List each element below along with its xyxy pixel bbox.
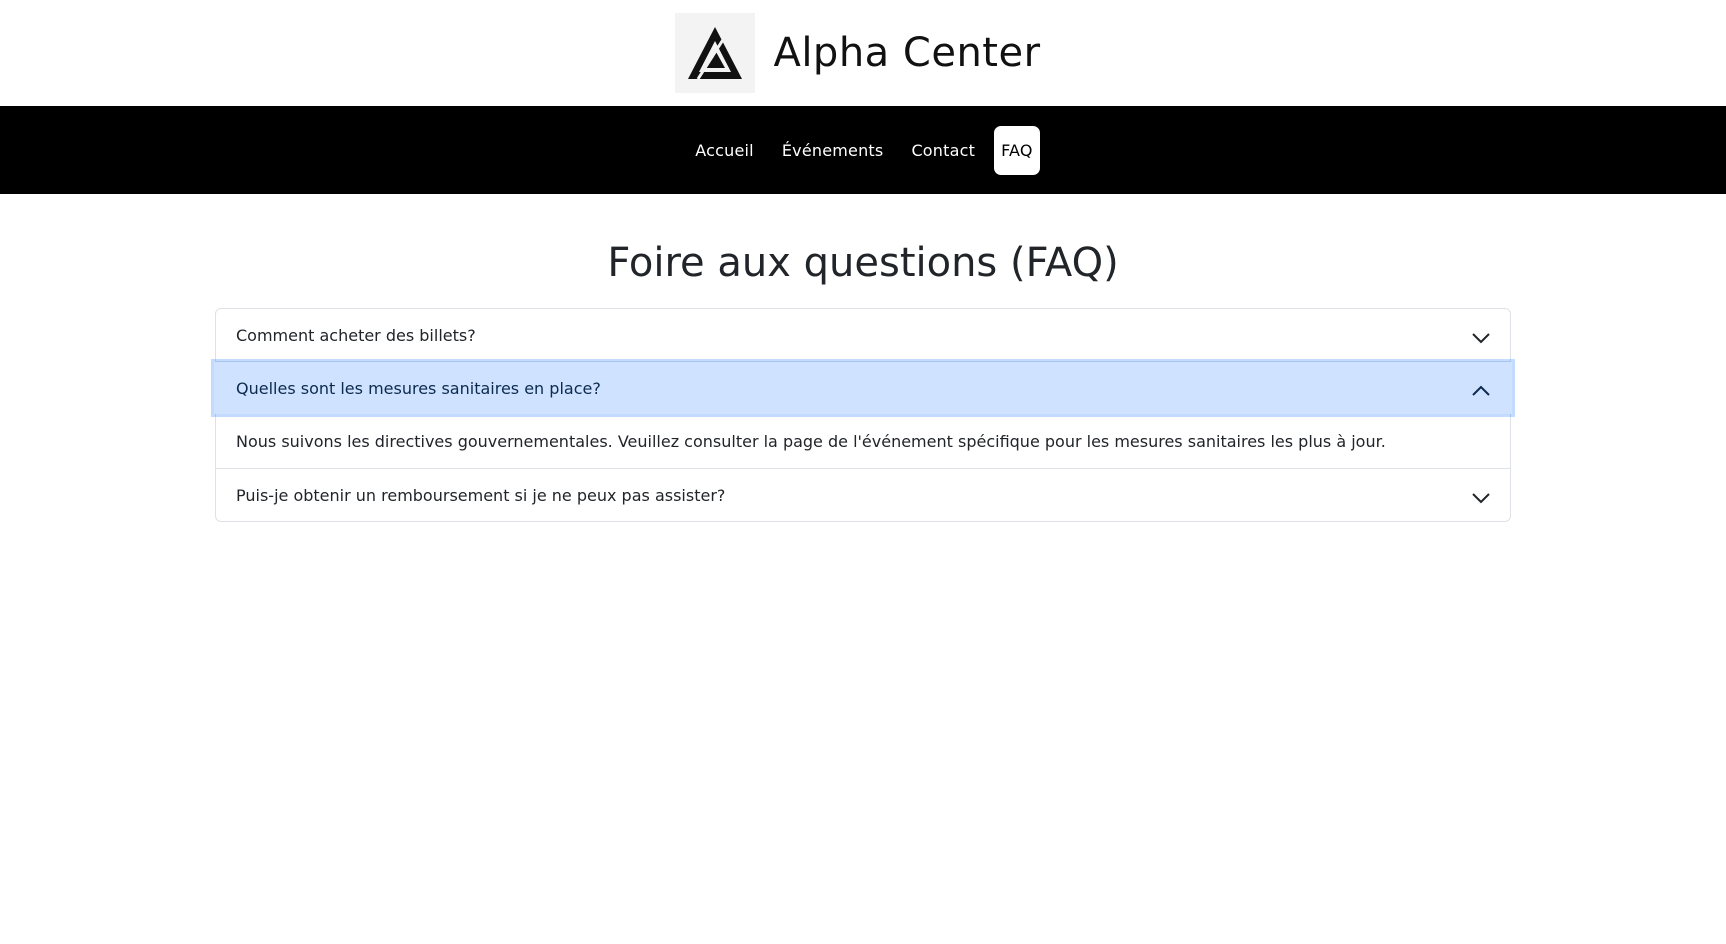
faq-question-text: Puis-je obtenir un remboursement si je n… xyxy=(236,485,726,505)
site-header: Alpha Center xyxy=(0,0,1726,106)
nav-link-faq[interactable]: FAQ xyxy=(994,125,1040,175)
faq-question-button[interactable]: Quelles sont les mesures sanitaires en p… xyxy=(214,362,1512,414)
faq-accordion: Comment acheter des billets? Quelles son… xyxy=(214,308,1512,522)
faq-item: Quelles sont les mesures sanitaires en p… xyxy=(214,361,1512,468)
nav-link-accueil[interactable]: Accueil xyxy=(686,126,763,175)
brand-name: Alpha Center xyxy=(773,30,1041,76)
faq-question-button[interactable]: Puis-je obtenir un remboursement si je n… xyxy=(216,469,1510,521)
faq-question-button[interactable]: Comment acheter des billets? xyxy=(216,309,1510,361)
nav-link-contact[interactable]: Contact xyxy=(902,126,984,175)
triangle-logo-icon[interactable] xyxy=(675,13,756,93)
faq-answer: Nous suivons les directives gouvernement… xyxy=(236,431,1386,451)
faq-item: Puis-je obtenir un remboursement si je n… xyxy=(216,468,1510,521)
chevron-down-icon xyxy=(1472,329,1490,344)
main-content: Foire aux questions (FAQ) Comment achete… xyxy=(0,240,1726,522)
page-title: Foire aux questions (FAQ) xyxy=(607,240,1119,286)
faq-question-text: Comment acheter des billets? xyxy=(236,325,476,345)
chevron-down-icon xyxy=(1472,489,1490,504)
nav-link-evenements[interactable]: Événements xyxy=(773,126,893,175)
chevron-up-icon xyxy=(1472,382,1490,396)
faq-question-text: Quelles sont les mesures sanitaires en p… xyxy=(236,378,601,398)
main-navbar: Accueil Événements Contact FAQ xyxy=(0,106,1726,194)
faq-item: Comment acheter des billets? xyxy=(216,309,1510,361)
